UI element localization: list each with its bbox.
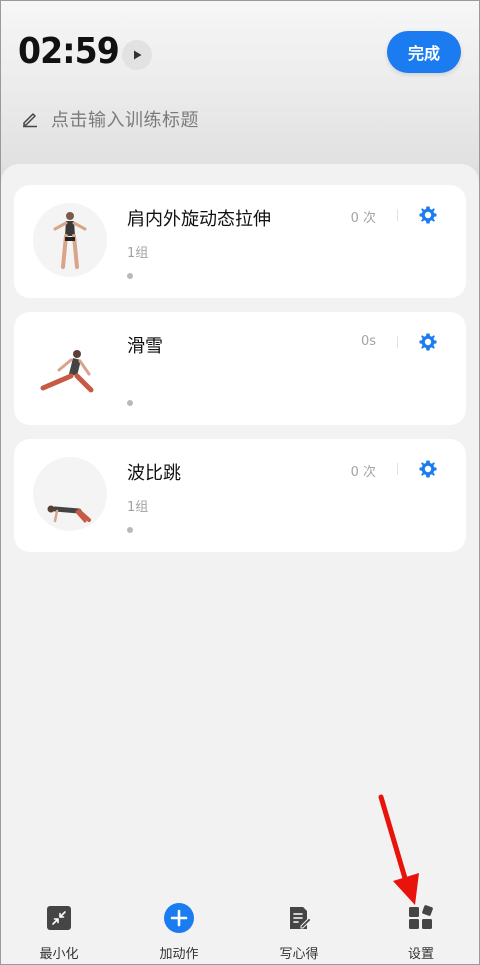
divider (397, 209, 398, 221)
exercise-count[interactable]: 0s (361, 334, 376, 349)
nav-minimize[interactable]: 最小化 (19, 891, 99, 964)
exercise-thumbnail (33, 330, 107, 404)
stretch-figure-image (53, 212, 87, 269)
nav-label: 加动作 (159, 947, 199, 962)
exercise-name: 波比跳 (127, 463, 181, 484)
exercise-card[interactable]: 肩内外旋动态拉伸 1组 0 次 (14, 185, 466, 298)
play-button[interactable] (122, 40, 152, 70)
annotation-arrow (378, 794, 419, 905)
divider (397, 463, 398, 475)
pencil-icon (23, 113, 37, 128)
skier-figure-image (40, 350, 94, 393)
exercise-sets: 1组 (127, 500, 149, 515)
exercise-card[interactable]: 滑雪 0s (14, 312, 466, 425)
status-dot (127, 273, 133, 279)
exercise-count[interactable]: 0 次 (351, 461, 376, 480)
gear-icon[interactable] (418, 332, 438, 352)
status-dot (127, 400, 133, 406)
gear-icon[interactable] (418, 459, 438, 479)
exercise-name: 肩内外旋动态拉伸 (127, 209, 271, 230)
divider (397, 336, 398, 348)
app-screen: 02:59 完成 点击输入训练标题 肩内外旋动态拉伸 1组 0 次 滑雪 0s … (0, 0, 480, 965)
nav-add-exercise[interactable]: 加动作 (139, 891, 219, 964)
exercise-card[interactable]: 波比跳 1组 0 次 (14, 439, 466, 552)
gear-icon[interactable] (418, 205, 438, 225)
minimize-icon (47, 906, 71, 930)
note-edit-icon (290, 907, 312, 929)
done-button[interactable]: 完成 (387, 31, 461, 73)
nav-label: 设置 (407, 947, 434, 962)
workout-timer: 02:59 (18, 31, 120, 72)
exercise-sets: 1组 (127, 246, 149, 261)
status-dot (127, 527, 133, 533)
exercise-name: 滑雪 (127, 336, 163, 357)
workout-title-input[interactable]: 点击输入训练标题 (21, 106, 199, 132)
play-icon (134, 50, 142, 60)
add-circle-icon (164, 903, 194, 933)
title-placeholder: 点击输入训练标题 (51, 110, 199, 131)
exercise-thumbnail (33, 457, 107, 531)
nav-label: 写心得 (279, 947, 319, 962)
burpee-figure-image (47, 505, 91, 523)
exercise-count[interactable]: 0 次 (351, 207, 376, 226)
nav-label: 最小化 (39, 947, 79, 962)
exercise-thumbnail (33, 203, 107, 277)
nav-write-notes[interactable]: 写心得 (259, 891, 339, 964)
